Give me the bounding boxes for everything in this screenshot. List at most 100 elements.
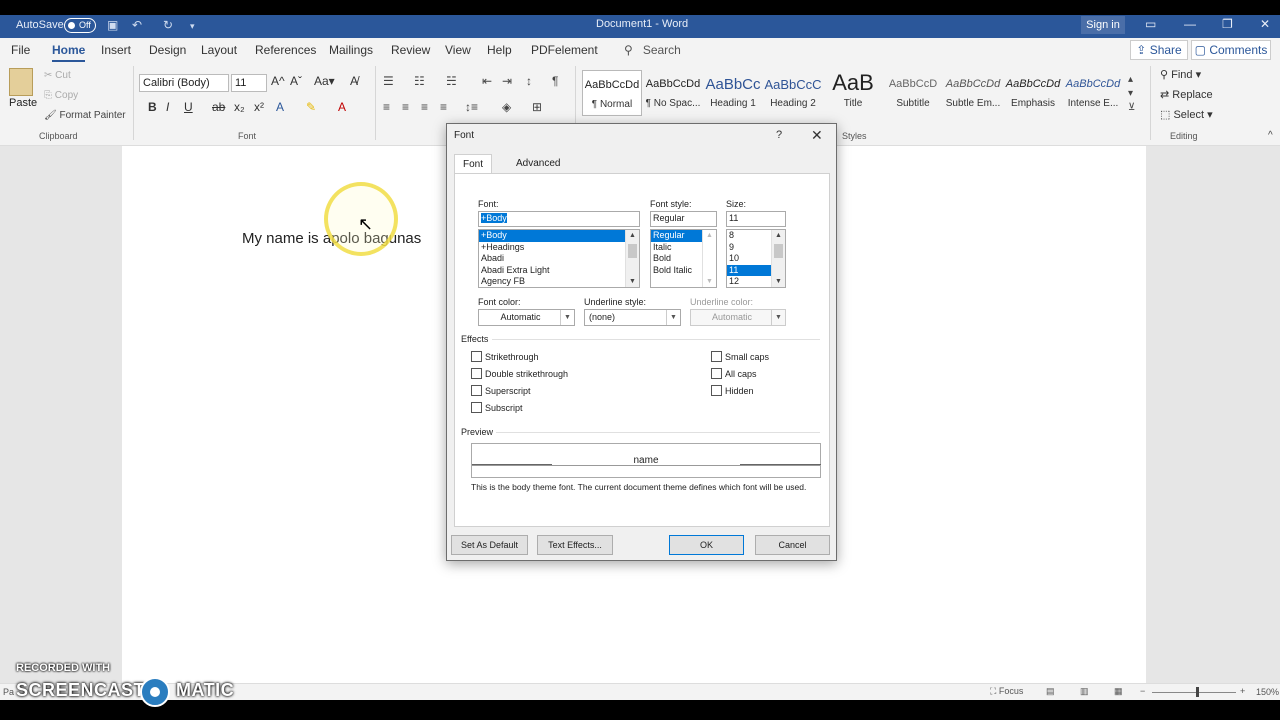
- zoom-in-icon[interactable]: +: [1240, 686, 1245, 696]
- tab-review[interactable]: Review: [391, 43, 430, 57]
- font-option[interactable]: Agency FB: [479, 276, 639, 287]
- ok-button[interactable]: OK: [669, 535, 744, 555]
- customize-qat-icon[interactable]: ▾: [190, 21, 195, 32]
- shrink-font-icon[interactable]: Aˇ: [290, 74, 302, 88]
- align-right-icon[interactable]: ≡: [421, 100, 428, 114]
- tell-me-search[interactable]: ⚲ Search: [624, 43, 681, 57]
- page-indicator[interactable]: Pa: [3, 687, 14, 697]
- scroll-up-icon[interactable]: ▲: [629, 232, 636, 239]
- strikethrough-label[interactable]: Strikethrough: [485, 352, 539, 362]
- tab-design[interactable]: Design: [149, 43, 186, 57]
- zoom-slider[interactable]: [1152, 692, 1236, 693]
- small-caps-checkbox[interactable]: [711, 351, 722, 362]
- select-button[interactable]: ⬚ Select ▾: [1160, 108, 1213, 121]
- hidden-label[interactable]: Hidden: [725, 386, 754, 396]
- font-color-dropdown[interactable]: Automatic ▼: [478, 309, 575, 326]
- strikethrough-checkbox[interactable]: [471, 351, 482, 362]
- align-left-icon[interactable]: ≡: [383, 100, 390, 114]
- style-heading-1[interactable]: AaBbCc Heading 1: [703, 70, 763, 116]
- font-option[interactable]: Abadi Extra Light: [479, 265, 639, 277]
- style-subtitle[interactable]: AaBbCcD Subtitle: [883, 70, 943, 116]
- font-list-scrollbar[interactable]: ▲ ▼: [625, 230, 639, 287]
- size-list-scrollbar[interactable]: ▲ ▼: [771, 230, 785, 287]
- subscript-checkbox[interactable]: [471, 402, 482, 413]
- font-style-list[interactable]: Regular Italic Bold Bold Italic ▲ ▼: [650, 229, 717, 288]
- all-caps-label[interactable]: All caps: [725, 369, 757, 379]
- style-emphasis[interactable]: AaBbCcDd Emphasis: [1003, 70, 1063, 116]
- superscript-label[interactable]: Superscript: [485, 386, 531, 396]
- all-caps-checkbox[interactable]: [711, 368, 722, 379]
- set-as-default-button[interactable]: Set As Default: [451, 535, 528, 555]
- font-color-icon[interactable]: A: [338, 100, 346, 114]
- justify-icon[interactable]: ≡: [440, 100, 447, 114]
- underline-color-dropdown[interactable]: Automatic ▼: [690, 309, 786, 326]
- subscript-icon[interactable]: x₂: [234, 100, 245, 114]
- format-painter-button[interactable]: 🖌 Format Painter: [44, 110, 126, 121]
- paste-icon[interactable]: [9, 68, 33, 96]
- zoom-slider-thumb[interactable]: [1196, 687, 1199, 697]
- font-list[interactable]: +Body +Headings Abadi Abadi Extra Light …: [478, 229, 640, 288]
- bullets-icon[interactable]: ☰: [383, 74, 394, 88]
- font-option[interactable]: +Headings: [479, 242, 639, 254]
- superscript-icon[interactable]: x²: [254, 100, 264, 114]
- italic-icon[interactable]: I: [166, 100, 169, 114]
- zoom-level[interactable]: 150%: [1256, 687, 1279, 697]
- hidden-checkbox[interactable]: [711, 385, 722, 396]
- style-option[interactable]: Regular: [651, 230, 702, 242]
- subscript-label[interactable]: Subscript: [485, 403, 523, 413]
- zoom-out-icon[interactable]: −: [1140, 686, 1145, 696]
- redo-icon[interactable]: ↻: [163, 18, 173, 32]
- sign-in-button[interactable]: Sign in: [1081, 16, 1125, 34]
- tab-insert[interactable]: Insert: [101, 43, 131, 57]
- text-effects-icon[interactable]: A: [276, 100, 284, 114]
- close-window-icon[interactable]: ✕: [1260, 17, 1270, 31]
- size-input[interactable]: 11: [726, 211, 786, 227]
- scroll-down-icon[interactable]: ▼: [629, 278, 636, 285]
- text-effects-button[interactable]: Text Effects...: [537, 535, 613, 555]
- borders-icon[interactable]: ⊞: [532, 100, 542, 114]
- tab-view[interactable]: View: [445, 43, 471, 57]
- multilevel-list-icon[interactable]: ☵: [446, 74, 457, 88]
- scroll-thumb[interactable]: [774, 244, 783, 258]
- underline-icon[interactable]: U: [184, 100, 193, 114]
- tab-references[interactable]: References: [255, 43, 316, 57]
- font-style-scrollbar[interactable]: ▲ ▼: [702, 230, 716, 287]
- scroll-thumb[interactable]: [628, 244, 637, 258]
- styles-scroll-up-icon[interactable]: ▴: [1128, 74, 1133, 85]
- tab-file[interactable]: File: [11, 43, 30, 57]
- change-case-icon[interactable]: Aa▾: [314, 74, 335, 88]
- maximize-icon[interactable]: ❐: [1222, 17, 1233, 31]
- paste-button[interactable]: Paste: [9, 97, 37, 109]
- comments-button[interactable]: ▢ Comments: [1191, 40, 1271, 60]
- grow-font-icon[interactable]: A^: [271, 74, 285, 88]
- ribbon-display-icon[interactable]: ▭: [1145, 17, 1156, 31]
- print-layout-icon[interactable]: ▥: [1080, 686, 1089, 697]
- copy-button[interactable]: ⎘ Copy: [44, 90, 78, 101]
- find-button[interactable]: ⚲ Find ▾: [1160, 68, 1201, 81]
- share-button[interactable]: ⇪ Share: [1130, 40, 1188, 60]
- increase-indent-icon[interactable]: ⇥: [502, 74, 512, 88]
- font-style-input[interactable]: Regular: [650, 211, 717, 227]
- styles-more-icon[interactable]: ⊻: [1128, 102, 1135, 113]
- highlight-icon[interactable]: ✎: [306, 100, 316, 114]
- tab-layout[interactable]: Layout: [201, 43, 237, 57]
- tab-home[interactable]: Home: [52, 43, 86, 62]
- size-list[interactable]: 8 9 10 11 12 ▲ ▼: [726, 229, 786, 288]
- double-strikethrough-checkbox[interactable]: [471, 368, 482, 379]
- scroll-up-icon[interactable]: ▲: [775, 232, 782, 239]
- size-option[interactable]: 11: [727, 264, 771, 276]
- strikethrough-icon[interactable]: ab: [212, 100, 225, 114]
- small-caps-label[interactable]: Small caps: [725, 352, 769, 362]
- tab-help[interactable]: Help: [487, 43, 512, 57]
- tab-advanced[interactable]: Advanced: [508, 154, 568, 174]
- style-no-spacing[interactable]: AaBbCcDd ¶ No Spac...: [643, 70, 703, 116]
- bold-icon[interactable]: B: [148, 100, 157, 114]
- font-name-box[interactable]: Calibri (Body): [139, 74, 229, 92]
- cancel-button[interactable]: Cancel: [755, 535, 830, 555]
- help-button[interactable]: ?: [776, 129, 782, 141]
- font-option[interactable]: +Body: [479, 230, 625, 242]
- style-heading-2[interactable]: AaBbCcC Heading 2: [763, 70, 823, 116]
- superscript-checkbox[interactable]: [471, 385, 482, 396]
- autosave-toggle[interactable]: Off: [64, 18, 96, 33]
- undo-icon[interactable]: ↶: [132, 18, 142, 32]
